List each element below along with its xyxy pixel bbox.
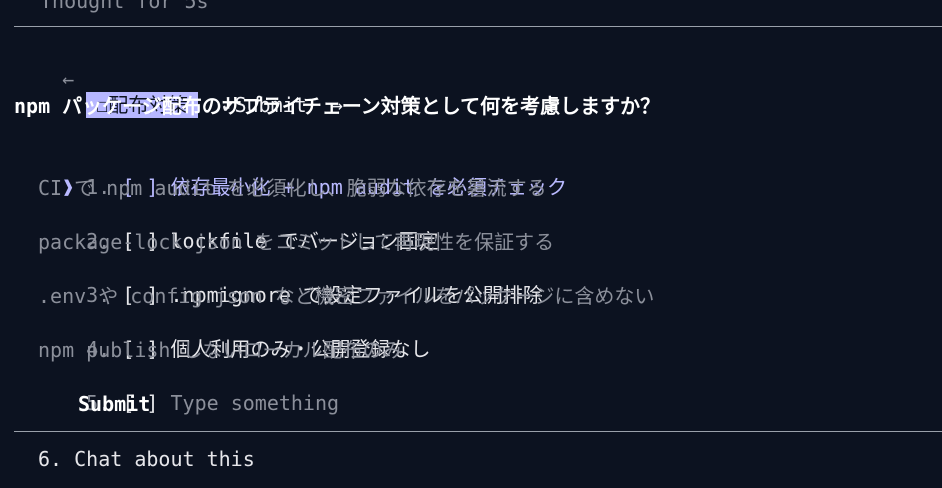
question-text: npm パッケージ配布のサプライチェーン対策として何を考慮しますか？ (14, 94, 661, 118)
submit-button[interactable]: Submit (78, 392, 150, 416)
option-4-description: npm publish しないローカル配布のみ (38, 338, 403, 362)
thinking-status: Thought for 5s (40, 0, 209, 13)
bottom-divider (14, 431, 942, 432)
top-divider (14, 26, 942, 27)
back-arrow-icon[interactable]: ← (62, 67, 74, 91)
custom-answer-input[interactable]: Type something (170, 391, 339, 415)
chat-about-this-option[interactable]: 6. Chat about this (38, 446, 255, 472)
terminal: Thought for 5s ← ☐配布対策 ✔Submit → npm パッケ… (0, 0, 942, 488)
option-3-description: .env や config.json など機密ファイルをパッケージに含めない (38, 284, 655, 308)
option-2-description: package-lock.json をコミットして再現性を保証する (38, 230, 555, 254)
option-1-description: CI で npm audit を必須化し、脆弱な依存を暑流する (38, 176, 547, 200)
